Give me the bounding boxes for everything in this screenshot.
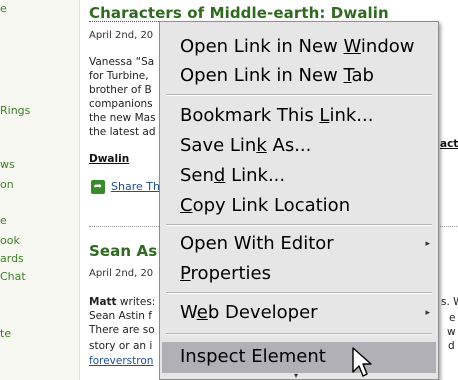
article-title-link[interactable]: Sean As <box>89 242 157 260</box>
submenu-arrow-icon: ▸ <box>425 308 430 318</box>
article-date: April 2nd, 20 <box>89 30 154 41</box>
share-link[interactable]: Share Th <box>111 180 160 193</box>
share-icon[interactable]: ➦ <box>91 180 105 194</box>
article-byline: Matt writes: <box>89 296 155 308</box>
article-title-link[interactable]: Characters of Middle-earth: Dwalin <box>89 4 389 22</box>
sidebar-divider <box>79 0 80 380</box>
article-text-line: brother of B <box>89 84 152 96</box>
article-date: April 2nd, 20 <box>89 268 154 279</box>
sidebar-item[interactable]: on <box>0 178 14 191</box>
article-link-fragment[interactable]: act <box>440 138 458 150</box>
menu-item-label: Inspect Element <box>180 346 326 367</box>
sidebar-item[interactable]: ook <box>0 234 20 247</box>
sidebar-item[interactable]: e <box>0 214 7 227</box>
article-text-fragment: e <box>449 312 456 324</box>
menu-item-label: Copy Link Location <box>180 195 351 216</box>
sidebar-item[interactable]: te <box>0 327 11 340</box>
article-text-line: the new Mas <box>89 112 156 124</box>
article-link[interactable]: Dwalin <box>89 153 129 165</box>
sidebar: e Rings ws on e ook ards Chat te <box>0 0 80 380</box>
article-text-line: companions <box>89 98 153 110</box>
sidebar-item[interactable]: Chat <box>0 270 26 283</box>
submenu-arrow-icon: ▸ <box>425 239 430 249</box>
article-text-line: Vanessa “Sa <box>89 56 155 68</box>
menu-item-label: Open Link in New Tab <box>180 65 374 86</box>
menu-scroll-down-icon[interactable]: ▾ <box>294 371 298 380</box>
sidebar-item[interactable]: ards <box>0 252 24 265</box>
sidebar-item[interactable]: ws <box>0 158 15 171</box>
author-name: Matt <box>89 296 117 308</box>
article-text-fragment: w <box>447 326 456 338</box>
menu-item-label: Open With Editor <box>180 233 334 254</box>
sidebar-item[interactable]: Rings <box>0 104 30 117</box>
sidebar-item[interactable]: e <box>0 2 7 15</box>
menu-item-label: Web Developer <box>180 302 318 323</box>
menu-separator <box>166 333 432 335</box>
article-text-line: for Turbine, <box>89 70 149 82</box>
menu-item-label: Properties <box>180 263 271 284</box>
article-link[interactable]: foreverstron <box>89 355 153 367</box>
menu-item-label: Send Link... <box>180 165 286 186</box>
menu-separator <box>166 224 432 226</box>
menu-separator <box>166 292 432 294</box>
context-menu: Open Link in New Window Open Link in New… <box>159 21 439 380</box>
menu-separator <box>166 94 432 96</box>
menu-item-label: Bookmark This Link... <box>180 105 374 126</box>
article-text-line: the latest ad <box>89 126 156 138</box>
article-text-line: Sean Astin f <box>89 310 152 322</box>
menu-item-label: Open Link in New Window <box>180 36 415 57</box>
article-text-fragment: d <box>448 340 455 352</box>
article-text-line: story or an i <box>89 340 153 352</box>
article-text-line: There are so <box>89 324 155 336</box>
author-suffix: writes: <box>116 296 156 308</box>
article-text-fragment: s. W <box>441 296 458 308</box>
mouse-cursor-icon <box>352 347 372 377</box>
menu-item-label: Save Link As... <box>180 135 312 156</box>
